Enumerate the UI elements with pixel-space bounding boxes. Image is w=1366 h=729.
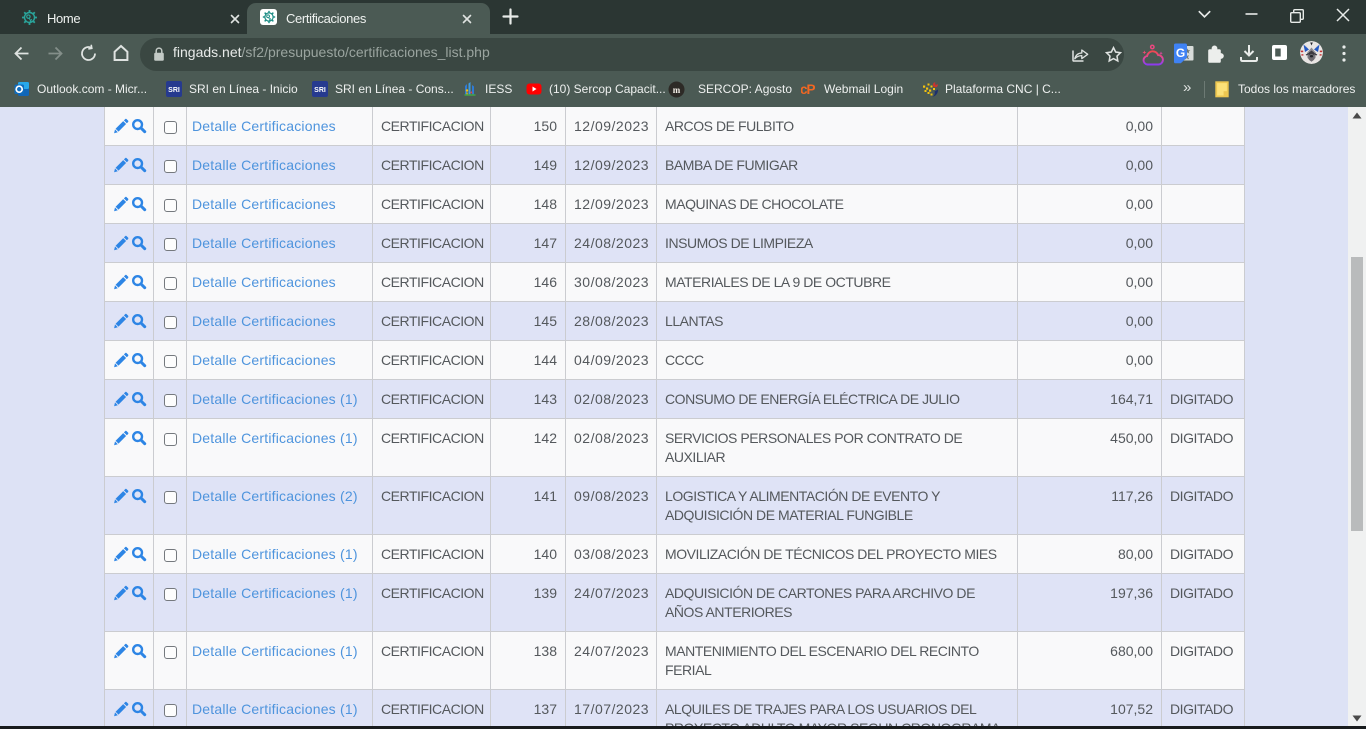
svg-text:m: m — [673, 85, 681, 95]
svg-text:SRI: SRI — [168, 87, 180, 94]
svg-text:G: G — [1176, 46, 1185, 60]
svg-text:SRI: SRI — [314, 87, 326, 94]
svg-text:cP: cP — [801, 82, 816, 97]
